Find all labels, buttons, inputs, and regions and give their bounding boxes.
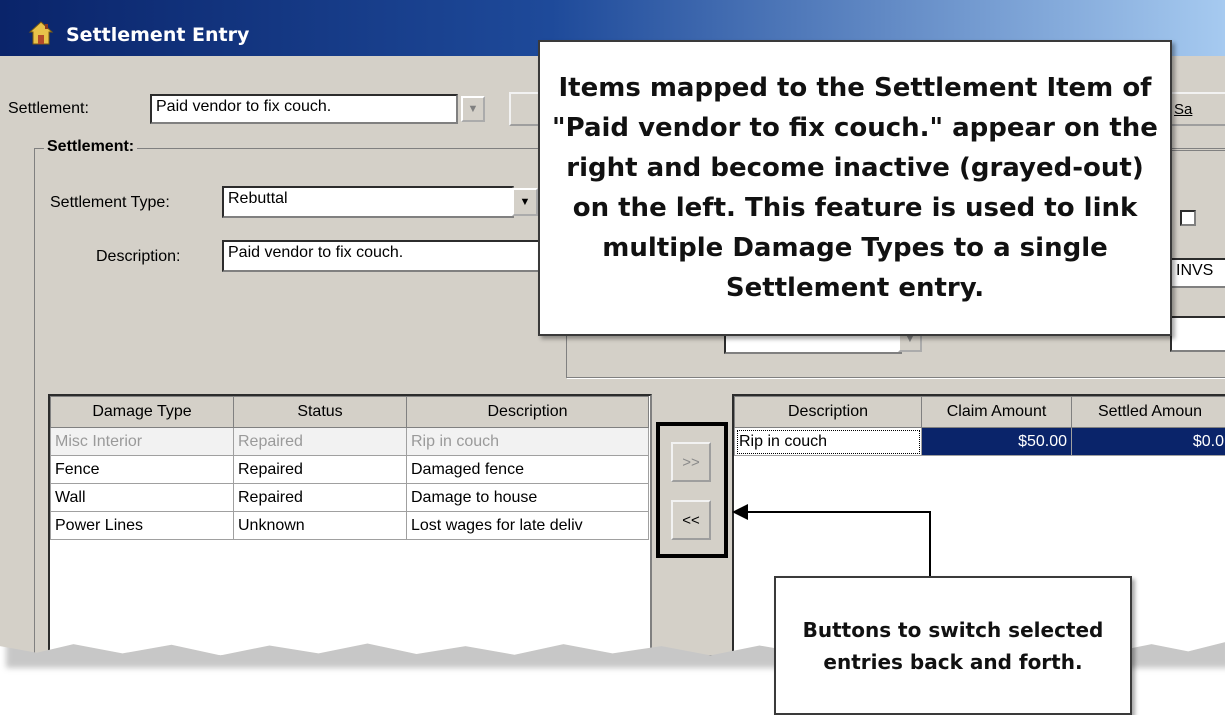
bottom-annotation-callout: Buttons to switch selected entries back … <box>774 576 1132 715</box>
top-annotation-callout: Items mapped to the Settlement Item of "… <box>538 40 1172 336</box>
